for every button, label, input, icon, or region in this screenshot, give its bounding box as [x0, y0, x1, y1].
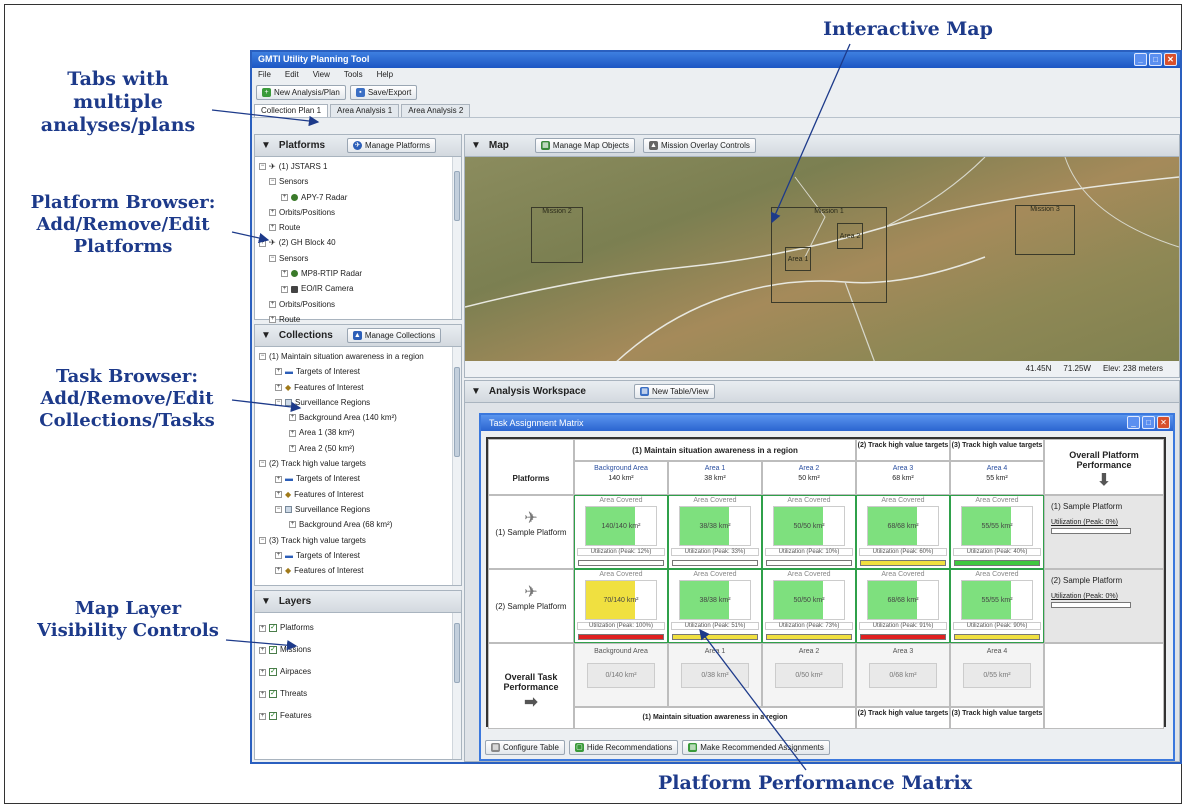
arrow-task-browser — [231, 399, 302, 413]
arrow-layers — [225, 639, 298, 651]
arrow-map — [770, 43, 851, 224]
annotation-arrows — [211, 43, 851, 771]
arrow-matrix — [699, 628, 807, 771]
arrow-platform-browser — [231, 231, 270, 244]
arrow-tabs — [211, 109, 320, 127]
